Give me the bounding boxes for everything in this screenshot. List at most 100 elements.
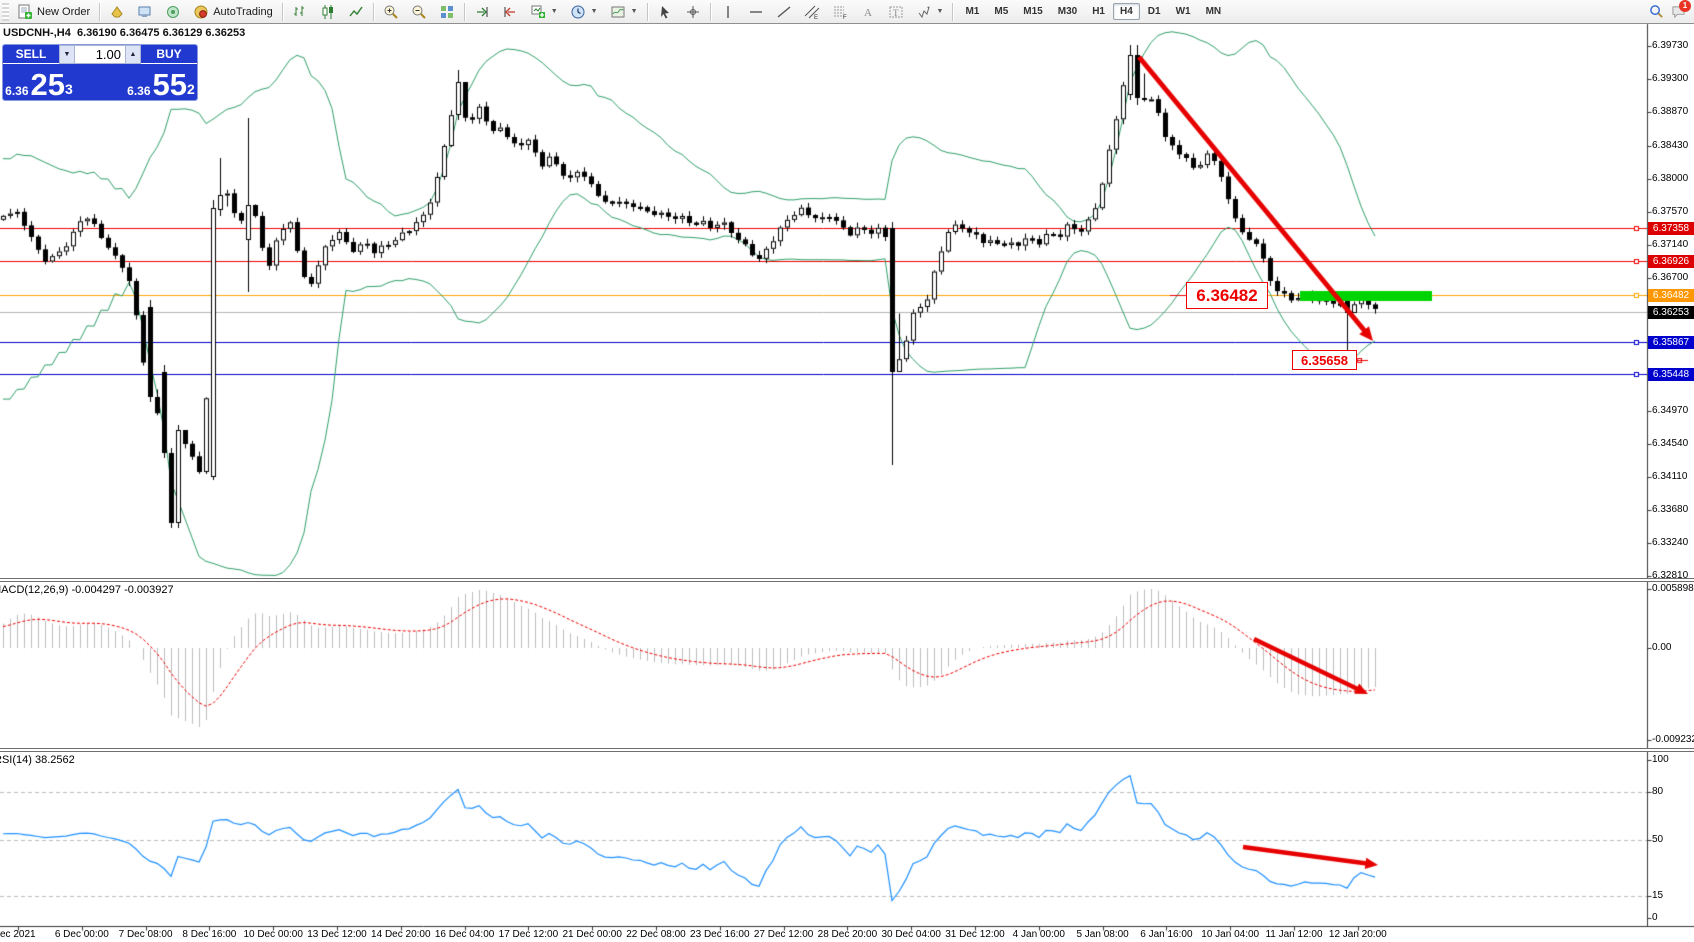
sell-button[interactable]: SELL	[3, 45, 59, 64]
autotrading-button[interactable]: AutoTrading	[187, 0, 279, 23]
zoom-in-button[interactable]	[377, 0, 405, 23]
timeframe-w1-button[interactable]: W1	[1169, 3, 1198, 20]
hline-button[interactable]	[742, 0, 770, 23]
line-chart-button[interactable]	[342, 0, 370, 23]
alerts-button[interactable]	[103, 0, 131, 23]
auto-scroll-button[interactable]	[468, 0, 496, 23]
period-button[interactable]: ▼	[564, 0, 604, 23]
bid-price[interactable]: 6.36253	[3, 64, 75, 100]
search-icon[interactable]	[1648, 4, 1664, 20]
timeframe-d1-button[interactable]: D1	[1141, 3, 1168, 20]
time-axis-label: 17 Dec 12:00	[499, 929, 559, 940]
chevron-down-icon[interactable]: ▼	[591, 8, 598, 15]
notifications-icon[interactable]: 1	[1670, 4, 1686, 20]
volume-down-button[interactable]: ▼	[59, 45, 75, 64]
text-label-icon: T	[888, 4, 904, 20]
trendline-icon	[776, 4, 792, 20]
price-axis-label: 6.37570	[1652, 206, 1688, 217]
text-icon: A	[860, 4, 876, 20]
chart-shift-button[interactable]	[496, 0, 524, 23]
channel-button[interactable]: E	[798, 0, 826, 23]
timeframe-h1-button[interactable]: H1	[1085, 3, 1112, 20]
indicator-axis-label: 0	[1652, 912, 1658, 923]
toolbar-separator	[710, 3, 711, 21]
metaeditor-button[interactable]	[131, 0, 159, 23]
alerts-icon	[109, 4, 125, 20]
price-axis-label: 6.38870	[1652, 106, 1688, 117]
timeframe-h4-button[interactable]: H4	[1113, 3, 1140, 20]
cursor-button[interactable]	[651, 0, 679, 23]
new-chart-button[interactable]: ▼	[524, 0, 564, 23]
fibonacci-button[interactable]: F	[826, 0, 854, 23]
timeframe-mn-button[interactable]: MN	[1199, 3, 1229, 20]
buy-button[interactable]: BUY	[141, 45, 197, 64]
ohlc-values: 6.36190 6.36475 6.36129 6.36253	[77, 27, 245, 39]
svg-text:T: T	[893, 8, 899, 18]
macd-name: MACD(12,26,9)	[0, 584, 68, 596]
one-click-trading-panel: SELL ▼ 1.00 ▲ BUY 6.36253 6.36552	[2, 44, 198, 101]
resistance-price-tag[interactable]: 6.36482	[1186, 282, 1268, 309]
volume-up-button[interactable]: ▲	[125, 45, 141, 64]
timeframe-m30-button[interactable]: M30	[1051, 3, 1084, 20]
toolbar-separator	[373, 3, 374, 21]
time-axis-label: 8 Dec 16:00	[182, 929, 236, 940]
autotrading-button-label: AutoTrading	[213, 6, 273, 18]
volume-input[interactable]: 1.00	[75, 45, 125, 64]
autotrading-icon	[193, 4, 209, 20]
toolbar-separator	[282, 3, 283, 21]
time-axis-label: 6 Jan 16:00	[1140, 929, 1192, 940]
signals-button[interactable]	[159, 0, 187, 23]
symbol-period-label: USDCNH-,H4	[3, 27, 71, 39]
time-axis-label: 22 Dec 08:00	[626, 929, 686, 940]
vline-button[interactable]	[714, 0, 742, 23]
timeframe-m1-button[interactable]: M1	[958, 3, 986, 20]
new-order-button[interactable]: New Order	[11, 0, 96, 23]
chart-shift-icon	[502, 4, 518, 20]
tile-windows-icon	[439, 4, 455, 20]
timeframe-m15-button[interactable]: M15	[1016, 3, 1049, 20]
bar-chart-icon	[292, 4, 308, 20]
ask-price-prefix: 6.36	[127, 85, 150, 97]
metaeditor-icon	[137, 4, 153, 20]
price-axis-badge: 6.36253	[1648, 306, 1694, 319]
support-price-tag[interactable]: 6.35658	[1292, 350, 1357, 370]
timeframe-m5-button[interactable]: M5	[987, 3, 1015, 20]
price-axis-label: 6.38430	[1652, 140, 1688, 151]
text-button[interactable]: A	[854, 0, 882, 23]
tile-windows-button[interactable]	[433, 0, 461, 23]
price-axis-badge: 6.36926	[1648, 255, 1694, 268]
bid-price-prefix: 6.36	[5, 85, 28, 97]
template-icon	[610, 4, 626, 20]
chevron-down-icon[interactable]: ▼	[551, 8, 558, 15]
toolbar-separator	[99, 3, 100, 21]
candlestick-button[interactable]	[314, 0, 342, 23]
text-label-button[interactable]: T	[882, 0, 910, 23]
toolbar-grip[interactable]	[2, 3, 9, 21]
toolbar: New OrderAutoTrading▼▼▼EFAT▼ M1M5M15M30H…	[0, 0, 1694, 24]
time-axis-label: 21 Dec 00:00	[562, 929, 622, 940]
ask-price[interactable]: 6.36552	[125, 64, 197, 100]
time-axis-label: 10 Jan 04:00	[1201, 929, 1259, 940]
chevron-down-icon[interactable]: ▼	[631, 8, 638, 15]
arrows-button[interactable]: ▼	[910, 0, 950, 23]
bid-price-big: 25	[31, 72, 65, 97]
rsi-pane-splitter[interactable]	[0, 748, 1694, 752]
indicator-axis-label: 50	[1652, 834, 1663, 845]
trendline-button[interactable]	[770, 0, 798, 23]
chevron-down-icon[interactable]: ▼	[937, 8, 944, 15]
macd-pane-splitter[interactable]	[0, 578, 1694, 582]
zoom-out-button[interactable]	[405, 0, 433, 23]
chart-canvas[interactable]	[0, 0, 1694, 942]
time-axis-label: 23 Dec 16:00	[690, 929, 750, 940]
template-button[interactable]: ▼	[604, 0, 644, 23]
time-axis-label: 28 Dec 20:00	[818, 929, 878, 940]
bar-chart-button[interactable]	[286, 0, 314, 23]
price-axis-badge: 6.36482	[1648, 289, 1694, 302]
indicator-axis-label: -0.009232	[1652, 734, 1694, 745]
crosshair-button[interactable]	[679, 0, 707, 23]
macd-value-2: -0.003927	[124, 584, 174, 596]
crosshair-icon	[685, 4, 701, 20]
ask-price-big: 55	[153, 72, 187, 97]
price-axis-badge: 6.35448	[1648, 368, 1694, 381]
indicator-axis-label: 15	[1652, 890, 1663, 901]
